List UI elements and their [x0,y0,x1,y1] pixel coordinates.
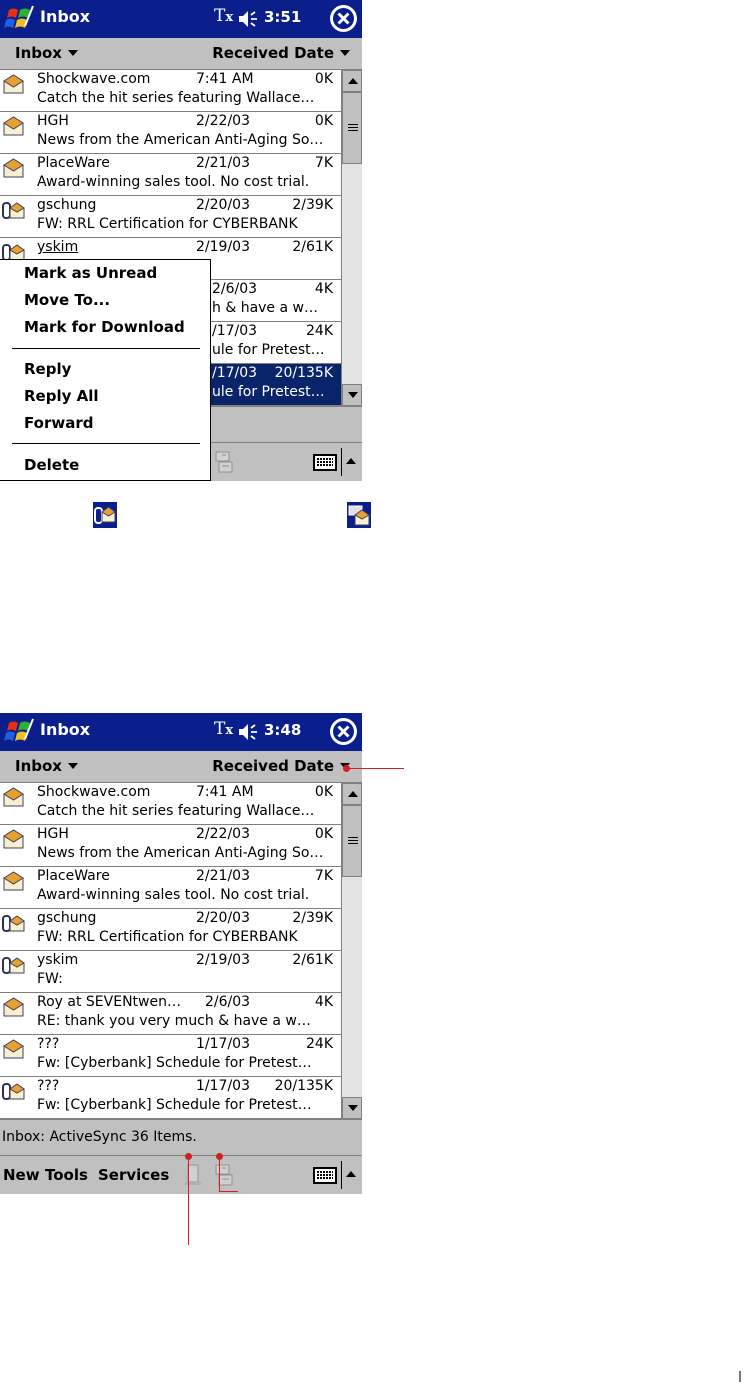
callout-line-download-h [219,1191,238,1192]
list-header: Inbox Received Date [0,751,362,783]
grip-icon [348,124,358,131]
chevron-down-icon [67,50,78,56]
context-menu: Mark as Unread Move To... Mark for Downl… [0,259,211,481]
menu-item-delete[interactable]: Delete [24,456,79,474]
folder-dropdown[interactable]: Inbox [15,757,78,775]
callout-line-download [219,1157,220,1192]
menu-bar: New Tools Services [0,1155,362,1194]
menu-item-mark-unread[interactable]: Mark as Unread [24,264,157,282]
windows-start-icon[interactable] [3,4,35,34]
menu-item-reply[interactable]: Reply [24,360,71,378]
scroll-up-button[interactable] [342,783,362,805]
callout-line-sort [347,768,404,769]
message-row[interactable]: Roy at SEVENtwen… 2/6/03 4K RE: thank yo… [0,993,341,1035]
list-header: Inbox Received Date [0,38,362,70]
attachment-envelope-icon [2,957,25,974]
chevron-down-icon [67,763,78,769]
message-row[interactable]: ??? 1/17/03 20/135K Fw: [Cyberbank] Sche… [0,1077,341,1119]
download-envelope-icon [347,502,371,528]
download-envelope-icon[interactable] [213,1163,235,1187]
envelope-icon [3,74,24,94]
speaker-icon[interactable] [237,9,259,29]
message-row[interactable]: Shockwave.com 7:41 AM 0K Catch the hit s… [0,70,341,112]
close-icon[interactable] [330,718,357,745]
menu-divider [12,348,200,349]
message-row[interactable]: Shockwave.com 7:41 AM 0K Catch the hit s… [0,783,341,825]
scroll-thumb[interactable] [342,805,362,877]
download-envelope-icon[interactable] [213,450,235,474]
vertical-scrollbar[interactable] [341,70,362,406]
menu-tools[interactable]: Tools [45,1166,88,1184]
keyboard-icon[interactable] [313,454,337,471]
divider [341,1161,342,1189]
menu-item-reply-all[interactable]: Reply All [24,387,99,405]
app-title: Inbox [40,7,91,26]
attachment-envelope-icon [2,202,25,219]
arrow-down-icon [348,392,358,398]
message-row[interactable]: HGH 2/22/03 0K News from the American An… [0,825,341,867]
divider [341,448,342,476]
arrow-down-icon [348,1105,358,1111]
callout-line-connect [188,1157,189,1245]
page-edge-mark [739,1371,741,1382]
envelope-icon [3,1039,24,1059]
app-title: Inbox [40,720,91,739]
sort-dropdown[interactable]: Received Date [212,757,350,775]
sort-dropdown[interactable]: Received Date [212,44,350,62]
status-bar: Inbox: ActiveSync 36 Items. [0,1119,362,1155]
message-row[interactable]: gschung 2/20/03 2/39K FW: RRL Certificat… [0,909,341,951]
inbox-screen-with-context-menu: Inbox Tx 3:51 Inbox Received Date Shockw… [0,0,362,481]
sip-arrow-up-icon[interactable] [346,458,356,464]
message-row[interactable]: yskim 2/19/03 2/61K FW: [0,951,341,993]
menu-item-forward[interactable]: Forward [24,414,93,432]
menu-divider [12,443,200,444]
scroll-down-button[interactable] [342,1097,362,1119]
menu-new[interactable]: New [3,1166,40,1184]
message-row[interactable]: PlaceWare 2/21/03 7K Award-winning sales… [0,867,341,909]
folder-dropdown[interactable]: Inbox [15,44,78,62]
status-text: Inbox: ActiveSync 36 Items. [2,1129,197,1145]
inbox-screen: Inbox Tx 3:48 Inbox Received Date Shockw… [0,713,362,1194]
connect-icon[interactable] [182,1163,204,1187]
envelope-icon [3,871,24,891]
title-bar: Inbox Tx 3:51 [0,0,362,38]
message-row[interactable]: PlaceWare 2/21/03 7K Award-winning sales… [0,154,341,196]
clock[interactable]: 3:48 [264,721,301,739]
text-input-icon[interactable]: Tx [214,6,233,26]
arrow-up-icon [348,78,358,84]
scroll-up-button[interactable] [342,70,362,92]
message-row[interactable]: ??? 1/17/03 24K Fw: [Cyberbank] Schedule… [0,1035,341,1077]
windows-start-icon[interactable] [3,717,35,747]
menu-item-move-to[interactable]: Move To... [24,291,110,309]
vertical-scrollbar[interactable] [341,783,362,1119]
message-list: Shockwave.com 7:41 AM 0K Catch the hit s… [0,783,341,1119]
grip-icon [348,837,358,844]
envelope-icon [3,116,24,136]
keyboard-icon[interactable] [313,1167,337,1184]
message-row[interactable]: HGH 2/22/03 0K News from the American An… [0,112,341,154]
envelope-icon [3,829,24,849]
menu-services[interactable]: Services [98,1166,169,1184]
title-bar: Inbox Tx 3:48 [0,713,362,751]
message-row[interactable]: gschung 2/20/03 2/39K FW: RRL Certificat… [0,196,341,238]
scroll-down-button[interactable] [342,384,362,406]
attachment-envelope-icon [2,915,25,932]
envelope-icon [3,158,24,178]
chevron-down-icon [340,50,350,56]
attachment-envelope-icon [93,502,117,528]
clock[interactable]: 3:51 [264,8,301,26]
arrow-up-icon [348,791,358,797]
attachment-envelope-icon [2,1083,25,1100]
scroll-thumb[interactable] [342,92,362,164]
close-icon[interactable] [330,5,357,32]
envelope-icon [3,997,24,1017]
text-input-icon[interactable]: Tx [214,719,233,739]
menu-item-mark-download[interactable]: Mark for Download [24,318,185,336]
sip-arrow-up-icon[interactable] [346,1171,356,1177]
speaker-icon[interactable] [237,722,259,742]
envelope-icon [3,787,24,807]
